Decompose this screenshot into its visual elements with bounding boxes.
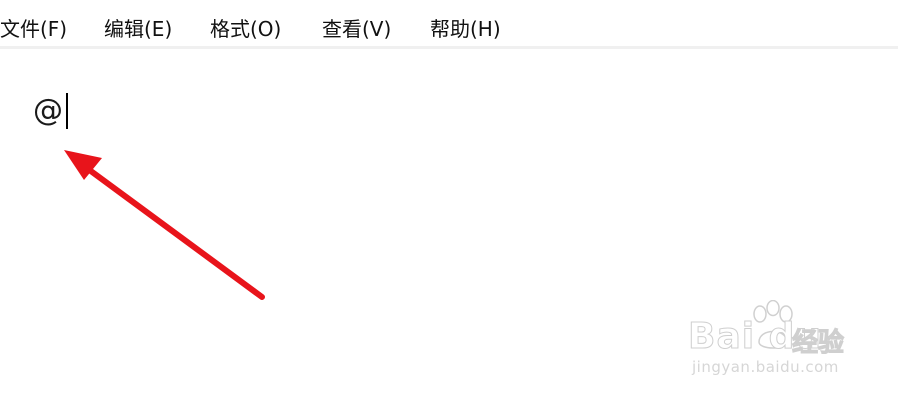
menu-file[interactable]: 文件(F) [0, 14, 67, 44]
baidu-jingyan-watermark: Bai du 经验 jingyan.baidu.com [687, 300, 866, 382]
watermark-product: 经验 [791, 328, 845, 359]
text-caret [66, 93, 68, 129]
menu-edit[interactable]: 编辑(E) [104, 14, 172, 44]
menu-help[interactable]: 帮助(H) [430, 14, 501, 44]
menu-view[interactable]: 查看(V) [322, 14, 391, 44]
watermark-url: jingyan.baidu.com [692, 358, 839, 376]
document-text: @ [33, 93, 63, 128]
menu-bar: 文件(F) 编辑(E) 格式(O) 查看(V) 帮助(H) [0, 0, 898, 49]
menu-format[interactable]: 格式(O) [210, 14, 281, 44]
